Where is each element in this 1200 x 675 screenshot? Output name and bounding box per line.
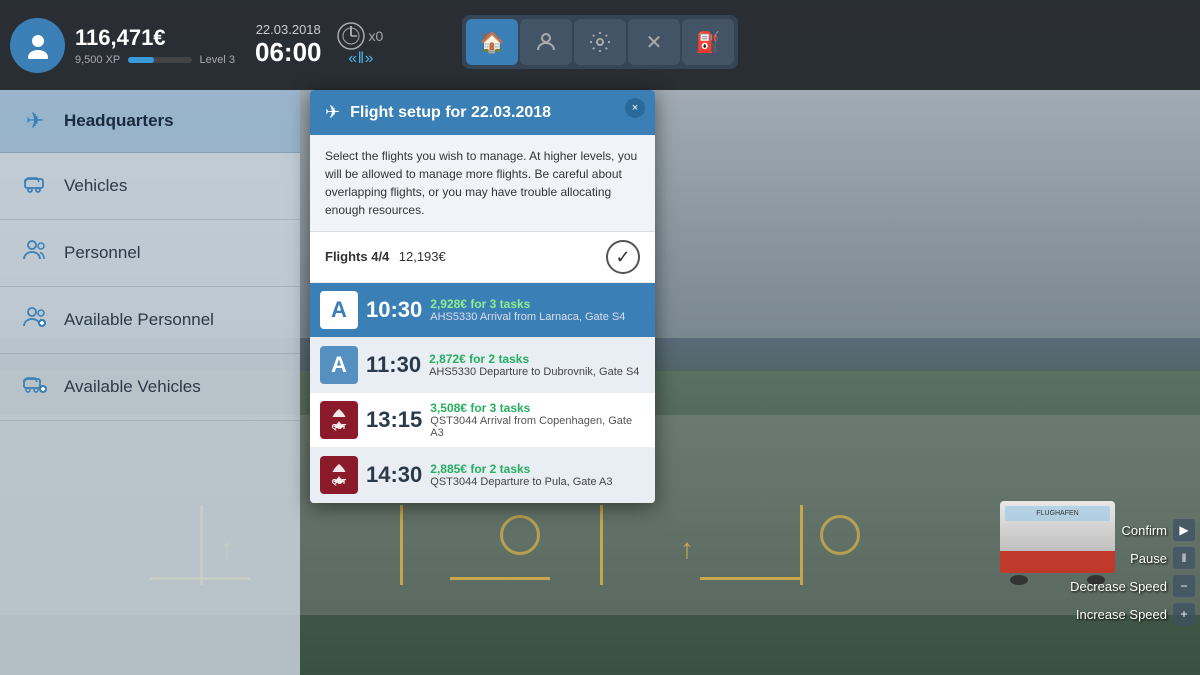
flight-badge-4: QST: [320, 456, 358, 494]
tab-close[interactable]: ✕: [628, 19, 680, 65]
flight-earnings-1: 2,928€ for 3 tasks: [430, 297, 645, 311]
modal-description: Select the flights you wish to manage. A…: [310, 135, 655, 232]
flight-details-4: 2,885€ for 2 tasks QST3044 Departure to …: [430, 462, 645, 488]
flights-count-row: Flights 4/4 12,193€ ✓: [310, 232, 655, 283]
player-stats: 116,471€ 9,500 XP Level 3: [75, 25, 235, 66]
tab-home[interactable]: 🏠: [466, 19, 518, 65]
decrease-speed-icon: −: [1173, 575, 1195, 597]
decrease-speed-label: Decrease Speed: [1070, 579, 1167, 594]
sidebar-item-vehicles[interactable]: Vehicles: [0, 153, 300, 220]
confirm-check-button[interactable]: ✓: [606, 240, 640, 274]
increase-speed-icon: +: [1173, 603, 1195, 625]
tab-settings[interactable]: [574, 19, 626, 65]
speed-multiplier: x0: [369, 28, 384, 44]
flight-item-4[interactable]: QST 14:30 2,885€ for 2 tasks QST3044 Dep…: [310, 448, 655, 503]
modal-close-button[interactable]: ×: [625, 98, 645, 118]
sidebar-label-personnel: Personnel: [64, 243, 141, 263]
xp-bar: [128, 57, 191, 63]
xp-bar-fill: [128, 57, 153, 63]
player-avatar: [10, 18, 65, 73]
tarmac-line: [800, 505, 803, 585]
flight-badge-2: A: [320, 346, 358, 384]
headquarters-icon: ✈: [20, 108, 50, 134]
sidebar: ✈ Headquarters Vehicles Personnel: [0, 90, 300, 675]
flight-time-1: 10:30: [366, 297, 422, 323]
speed-arrows[interactable]: « ‖ »: [348, 50, 371, 68]
flight-time-2: 11:30: [366, 352, 421, 378]
flight-details-2: 2,872€ for 2 tasks AHS5330 Departure to …: [429, 352, 645, 378]
tarmac-arrow: ↑: [680, 533, 694, 565]
speed-controls[interactable]: x0 « ‖ »: [337, 22, 384, 68]
tarmac-line: [600, 505, 603, 585]
tab-fuel[interactable]: ⛽: [682, 19, 734, 65]
sidebar-label-vehicles: Vehicles: [64, 176, 127, 196]
flight-earnings-4: 2,885€ for 2 tasks: [430, 462, 645, 476]
confirm-button[interactable]: Confirm ▶: [1121, 519, 1195, 541]
right-controls: Confirm ▶ Pause ‖ Decrease Speed − Incre…: [1070, 519, 1200, 625]
flight-item-2[interactable]: A 11:30 2,872€ for 2 tasks AHS5330 Depar…: [310, 338, 655, 393]
tarmac-circle: [820, 515, 860, 555]
nav-tabs: 🏠 ✕ ⛽: [462, 15, 738, 69]
tarmac-line: [400, 505, 403, 585]
xp-display: 9,500 XP: [75, 54, 120, 66]
flight-desc-1: AHS5330 Arrival from Larnaca, Gate S4: [430, 311, 645, 323]
decrease-speed-button[interactable]: Decrease Speed −: [1070, 575, 1195, 597]
sidebar-item-available-vehicles[interactable]: Available Vehicles: [0, 354, 300, 421]
available-personnel-icon: [20, 305, 50, 335]
tarmac-line: [450, 577, 550, 580]
modal-title: Flight setup for 22.03.2018: [350, 104, 551, 122]
flight-setup-modal: ✈ Flight setup for 22.03.2018 × Select t…: [310, 90, 655, 503]
confirm-label: Confirm: [1121, 523, 1167, 538]
time-display: 06:00: [255, 37, 322, 68]
flight-badge-1: A: [320, 291, 358, 329]
flight-item-1[interactable]: A 10:30 2,928€ for 3 tasks AHS5330 Arriv…: [310, 283, 655, 338]
flight-earnings-3: 3,508€ for 3 tasks: [430, 401, 645, 415]
flights-total-value: 12,193€: [399, 249, 446, 264]
svg-text:QST: QST: [332, 479, 347, 486]
datetime-block: 22.03.2018 06:00: [255, 22, 322, 68]
flight-details-3: 3,508€ for 3 tasks QST3044 Arrival from …: [430, 401, 645, 439]
pause-button[interactable]: Pause ‖: [1130, 547, 1195, 569]
pause-icon: ‖: [1173, 547, 1195, 569]
pause-label: Pause: [1130, 551, 1167, 566]
confirm-icon: ▶: [1173, 519, 1195, 541]
modal-description-text: Select the flights you wish to manage. A…: [325, 149, 637, 217]
tab-driver[interactable]: [520, 19, 572, 65]
increase-speed-label: Increase Speed: [1076, 607, 1167, 622]
level-display: Level 3: [200, 54, 235, 66]
sidebar-item-available-personnel[interactable]: Available Personnel: [0, 287, 300, 354]
sidebar-label-headquarters: Headquarters: [64, 111, 174, 131]
svg-text:QST: QST: [332, 424, 347, 431]
tarmac-circle: [500, 515, 540, 555]
available-vehicles-icon: [20, 372, 50, 402]
vehicles-icon: [20, 171, 50, 201]
flight-desc-2: AHS5330 Departure to Dubrovnik, Gate S4: [429, 366, 645, 378]
flight-details-1: 2,928€ for 3 tasks AHS5330 Arrival from …: [430, 297, 645, 323]
increase-speed-button[interactable]: Increase Speed +: [1076, 603, 1195, 625]
modal-header: ✈ Flight setup for 22.03.2018 ×: [310, 90, 655, 135]
sidebar-item-personnel[interactable]: Personnel: [0, 220, 300, 287]
flight-time-3: 13:15: [366, 407, 422, 433]
flight-badge-3: QST: [320, 401, 358, 439]
tarmac-line: [700, 577, 800, 580]
personnel-icon: [20, 238, 50, 268]
flight-item-3[interactable]: QST 13:15 3,508€ for 3 tasks QST3044 Arr…: [310, 393, 655, 448]
sidebar-label-available-vehicles: Available Vehicles: [64, 377, 201, 397]
flight-desc-3: QST3044 Arrival from Copenhagen, Gate A3: [430, 415, 645, 439]
sidebar-label-available-personnel: Available Personnel: [64, 310, 214, 330]
flight-desc-4: QST3044 Departure to Pula, Gate A3: [430, 476, 645, 488]
flights-count-label: Flights 4/4: [325, 249, 389, 264]
date-display: 22.03.2018: [256, 22, 321, 37]
sidebar-item-headquarters[interactable]: ✈ Headquarters: [0, 90, 300, 153]
flight-earnings-2: 2,872€ for 2 tasks: [429, 352, 645, 366]
modal-plane-icon: ✈: [325, 102, 340, 123]
flight-list: A 10:30 2,928€ for 3 tasks AHS5330 Arriv…: [310, 283, 655, 503]
currency-display: 116,471€: [75, 25, 235, 51]
flight-time-4: 14:30: [366, 462, 422, 488]
